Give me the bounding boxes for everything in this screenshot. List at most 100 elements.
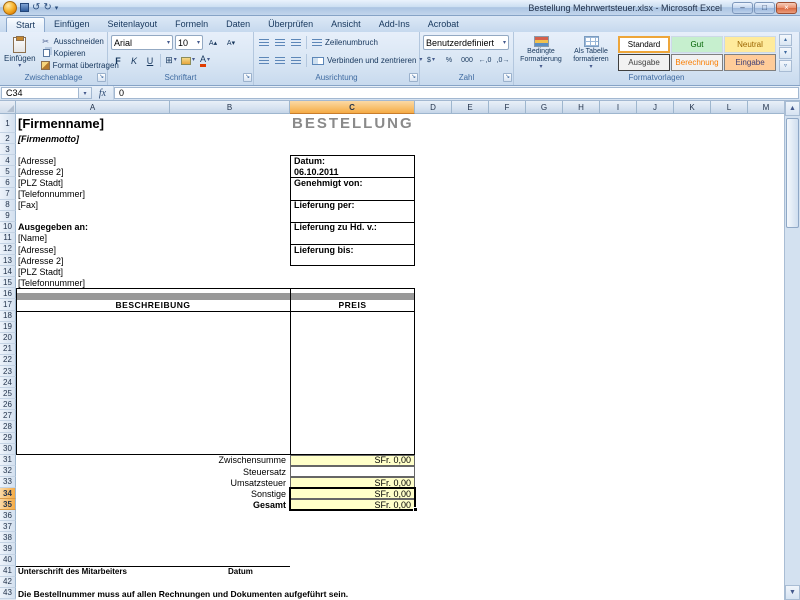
style-gut[interactable]: Gut (671, 36, 723, 53)
cell-A14[interactable]: [PLZ Stadt] (16, 266, 170, 277)
row-header-34[interactable]: 34 (0, 488, 16, 499)
style-eingabe[interactable]: Eingabe (724, 54, 776, 71)
row-header-27[interactable]: 27 (0, 410, 16, 421)
wrap-text-button[interactable]: Zeilenumbruch (310, 37, 380, 49)
cell-A4[interactable]: [Adresse] (16, 155, 170, 166)
row-header-9[interactable]: 9 (0, 211, 16, 222)
cell-C31[interactable]: SFr. 0,00 (290, 455, 415, 466)
row-header-31[interactable]: 31 (0, 455, 16, 466)
cell-A41[interactable]: Unterschrift des Mitarbeiters (16, 566, 170, 577)
cell-A2[interactable]: [Firmenmotto] (16, 133, 170, 144)
thousands-separator-icon[interactable]: 000 (459, 53, 475, 68)
italic-button[interactable]: K (127, 53, 141, 68)
save-icon[interactable] (20, 3, 29, 12)
row-header-38[interactable]: 38 (0, 532, 16, 543)
align-top-button[interactable] (257, 35, 271, 50)
cell-B32[interactable]: Steuersatz (170, 466, 290, 477)
cell-B41[interactable]: Datum (170, 566, 290, 577)
row-header-7[interactable]: 7 (0, 188, 16, 199)
cell-C32[interactable] (290, 466, 415, 477)
gallery-down-icon[interactable]: ▾ (779, 47, 792, 59)
column-header-E[interactable]: E (452, 101, 489, 114)
row-header-2[interactable]: 2 (0, 133, 16, 144)
column-header-K[interactable]: K (674, 101, 711, 114)
row-header-29[interactable]: 29 (0, 433, 16, 444)
font-size-select[interactable]: 10 ▾ (175, 35, 203, 50)
cell-A11[interactable]: [Name] (16, 233, 170, 244)
cell-A8[interactable]: [Fax] (16, 200, 170, 211)
column-header-G[interactable]: G (526, 101, 563, 114)
column-header-B[interactable]: B (170, 101, 290, 114)
font-name-select[interactable]: Arial ▾ (111, 35, 173, 50)
clipboard-dialog-launcher-icon[interactable]: ↘ (97, 73, 106, 82)
increase-font-icon[interactable]: A▴ (205, 35, 221, 50)
tab-seitenlayout[interactable]: Seitenlayout (99, 17, 167, 32)
align-center-button[interactable] (273, 53, 287, 68)
row-header-30[interactable]: 30 (0, 444, 16, 455)
redo-icon[interactable]: ↻ (43, 3, 51, 13)
undo-icon[interactable]: ↺ (32, 3, 40, 13)
tab-daten[interactable]: Daten (217, 17, 259, 32)
tab-ansicht[interactable]: Ansicht (322, 17, 370, 32)
number-dialog-launcher-icon[interactable]: ↘ (503, 73, 512, 82)
name-box[interactable]: C34 (1, 87, 79, 99)
style-ausgabe[interactable]: Ausgabe (618, 54, 670, 71)
office-button[interactable] (3, 1, 17, 15)
fill-color-button[interactable]: ▾ (180, 53, 196, 68)
increase-decimal-icon[interactable]: ←,0 (477, 53, 493, 68)
row-header-33[interactable]: 33 (0, 477, 16, 488)
minimize-button[interactable]: – (732, 2, 753, 14)
cell-A43[interactable]: Die Bestellnummer muss auf allen Rechnun… (16, 588, 489, 599)
row-header-36[interactable]: 36 (0, 510, 16, 521)
formula-input[interactable]: 0 (114, 87, 799, 99)
row-header-40[interactable]: 40 (0, 555, 16, 566)
row-header-16[interactable]: 16 (0, 288, 16, 299)
scrollbar-thumb[interactable] (786, 118, 799, 228)
bold-button[interactable]: F (111, 53, 125, 68)
align-left-button[interactable] (257, 53, 271, 68)
gallery-more-icon[interactable]: ▿ (779, 60, 792, 72)
tab-add-ins[interactable]: Add-Ins (370, 17, 419, 32)
tab-acrobat[interactable]: Acrobat (419, 17, 468, 32)
row-header-17[interactable]: 17 (0, 299, 16, 310)
vertical-scrollbar[interactable]: ▲ ▼ (784, 101, 800, 600)
merge-center-button[interactable]: Verbinden und zentrieren ▾ (310, 55, 424, 67)
number-format-select[interactable]: Benutzerdefiniert ▾ (423, 35, 509, 50)
close-button[interactable]: × (776, 2, 797, 14)
row-header-4[interactable]: 4 (0, 155, 16, 166)
name-box-dropdown-icon[interactable]: ▾ (79, 87, 92, 99)
insert-function-icon[interactable]: fx (92, 86, 114, 100)
row-header-18[interactable]: 18 (0, 311, 16, 322)
cell-A10[interactable]: Ausgegeben an: (16, 222, 170, 233)
row-header-14[interactable]: 14 (0, 266, 16, 277)
column-header-M[interactable]: M (748, 101, 784, 114)
percent-format-icon[interactable]: % (441, 53, 457, 68)
tab-start[interactable]: Start (6, 17, 45, 32)
gallery-up-icon[interactable]: ▴ (779, 34, 792, 46)
cell-B35[interactable]: Gesamt (170, 499, 290, 510)
column-header-A[interactable]: A (16, 101, 170, 114)
row-header-26[interactable]: 26 (0, 399, 16, 410)
underline-button[interactable]: U (143, 53, 157, 68)
select-all-corner[interactable] (0, 101, 16, 114)
scroll-down-icon[interactable]: ▼ (785, 585, 800, 600)
column-header-J[interactable]: J (637, 101, 674, 114)
maximize-button[interactable]: □ (754, 2, 775, 14)
row-header-13[interactable]: 13 (0, 255, 16, 266)
alignment-dialog-launcher-icon[interactable]: ↘ (409, 73, 418, 82)
row-header-8[interactable]: 8 (0, 200, 16, 211)
cell-A6[interactable]: [PLZ Stadt] (16, 177, 170, 188)
scroll-up-icon[interactable]: ▲ (785, 101, 800, 116)
row-header-11[interactable]: 11 (0, 233, 16, 244)
column-header-C[interactable]: C (290, 101, 415, 114)
format-as-table-button[interactable]: Als Tabelle formatieren ▾ (567, 34, 615, 72)
row-header-20[interactable]: 20 (0, 333, 16, 344)
column-header-D[interactable]: D (415, 101, 452, 114)
cell-A13[interactable]: [Adresse 2] (16, 255, 170, 266)
decrease-decimal-icon[interactable]: ,0→ (495, 53, 511, 68)
cell-B31[interactable]: Zwischensumme (170, 455, 290, 466)
row-header-37[interactable]: 37 (0, 521, 16, 532)
style-berechnung[interactable]: Berechnung (671, 54, 723, 71)
font-dialog-launcher-icon[interactable]: ↘ (243, 73, 252, 82)
decrease-font-icon[interactable]: A▾ (223, 35, 239, 50)
